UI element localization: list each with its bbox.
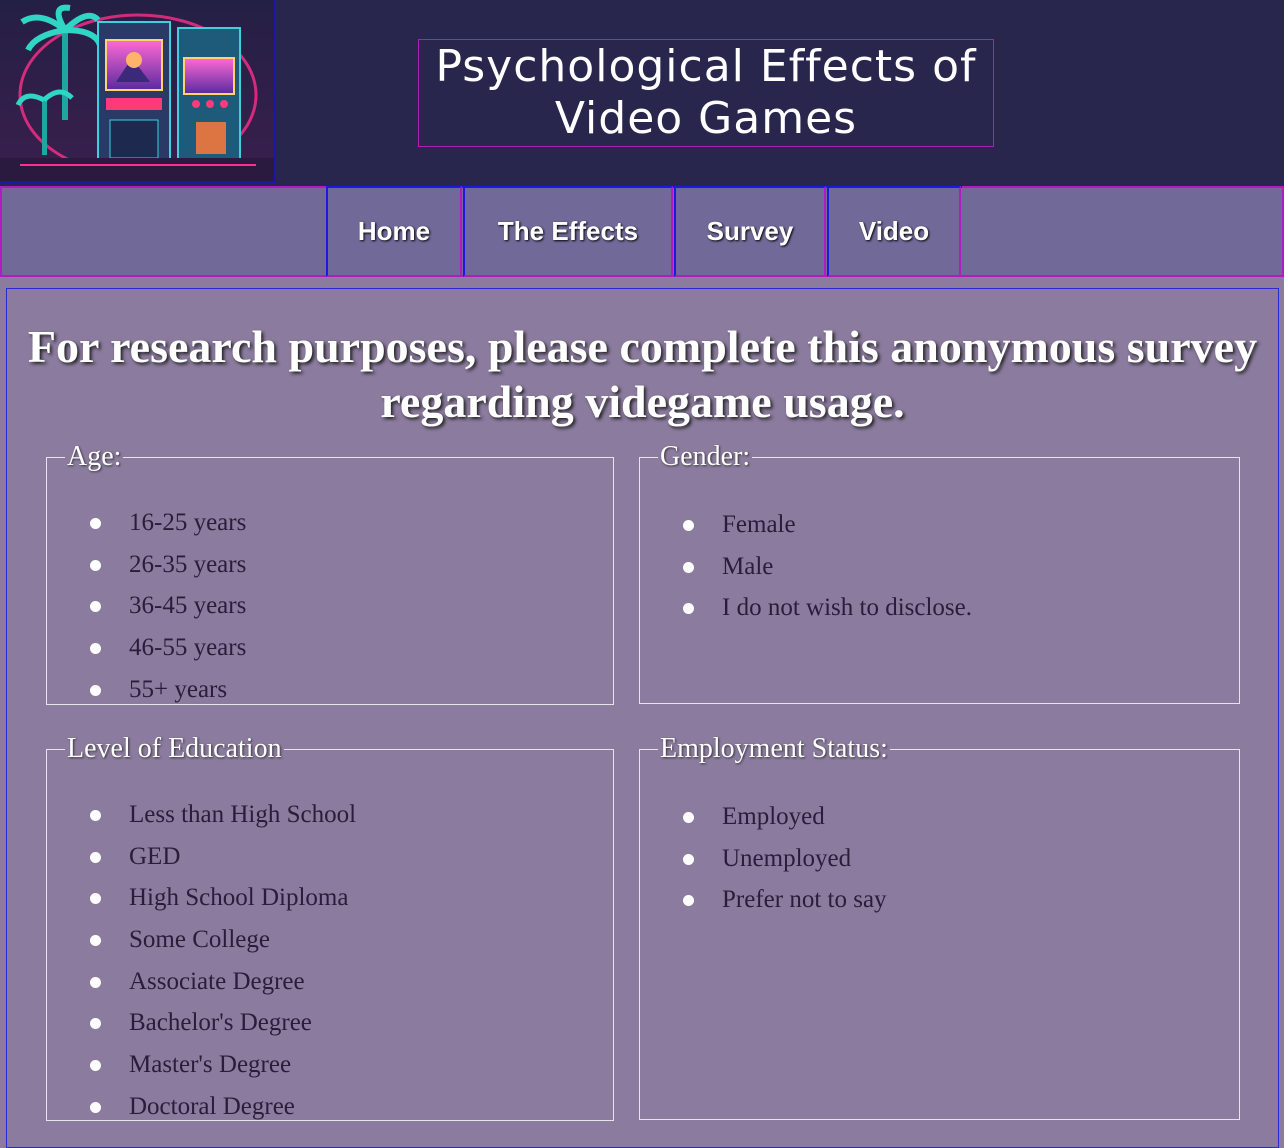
bullet-icon (90, 518, 101, 529)
bullet-icon (683, 812, 694, 823)
age-option[interactable]: 26-35 years (47, 551, 246, 593)
bullet-icon (90, 810, 101, 821)
bullet-icon (90, 1018, 101, 1030)
education-option[interactable]: High School Diploma (47, 884, 356, 926)
employment-options: Employed Unemployed Prefer not to say (640, 803, 887, 928)
site-title-box: Psychological Effects of Video Games (418, 39, 994, 147)
survey-section: For research purposes, please complete t… (6, 288, 1279, 1148)
education-fieldset: Level of Education Less than High School… (46, 735, 614, 1121)
age-fieldset: Age: 16-25 years 26-35 years 36-45 years… (46, 443, 614, 705)
age-legend: Age: (67, 441, 122, 472)
site-header: Psychological Effects of Video Games (0, 0, 1284, 186)
site-title: Psychological Effects of Video Games (435, 41, 977, 144)
education-option[interactable]: GED (47, 843, 356, 885)
bullet-icon (683, 520, 694, 531)
age-options: 16-25 years 26-35 years 36-45 years 46-5… (47, 509, 246, 717)
age-option[interactable]: 46-55 years (47, 634, 246, 676)
arcade-illustration (0, 0, 274, 181)
bullet-icon (90, 851, 101, 863)
bullet-icon (90, 559, 101, 571)
gender-option[interactable]: I do not wish to disclose. (640, 594, 972, 636)
employment-option[interactable]: Prefer not to say (640, 886, 887, 928)
survey-heading: For research purposes, please complete t… (27, 321, 1258, 427)
education-option[interactable]: Bachelor's Degree (47, 1009, 356, 1051)
bullet-icon (90, 1101, 101, 1113)
nav-video[interactable]: Video (827, 186, 961, 277)
education-option[interactable]: Associate Degree (47, 968, 356, 1010)
bullet-icon (90, 893, 101, 905)
bullet-icon (90, 976, 101, 988)
employment-option[interactable]: Employed (640, 803, 887, 845)
nav-home[interactable]: Home (326, 186, 462, 277)
education-option[interactable]: Doctoral Degree (47, 1093, 356, 1135)
bullet-icon (90, 1060, 101, 1072)
gender-fieldset: Gender: Female Male I do not wish to dis… (639, 443, 1240, 704)
bullet-icon (90, 601, 101, 613)
gender-option[interactable]: Female (640, 511, 972, 553)
employment-legend: Employment Status: (660, 733, 888, 764)
education-option[interactable]: Less than High School (47, 801, 356, 843)
bullet-icon (683, 603, 694, 615)
gender-option[interactable]: Male (640, 553, 972, 595)
nav-survey[interactable]: Survey (674, 186, 826, 277)
age-option[interactable]: 55+ years (47, 676, 246, 718)
employment-option[interactable]: Unemployed (640, 845, 887, 887)
bullet-icon (683, 895, 694, 907)
education-legend: Level of Education (67, 733, 282, 764)
education-option[interactable]: Some College (47, 926, 356, 968)
age-option[interactable]: 36-45 years (47, 592, 246, 634)
bullet-icon (90, 935, 101, 947)
bullet-icon (683, 561, 694, 573)
bullet-icon (683, 853, 694, 865)
education-option[interactable]: Master's Degree (47, 1051, 356, 1093)
bullet-icon (90, 684, 101, 696)
bullet-icon (90, 643, 101, 655)
employment-fieldset: Employment Status: Employed Unemployed P… (639, 735, 1240, 1120)
arcade-logo-image (0, 0, 276, 183)
education-options: Less than High School GED High School Di… (47, 801, 356, 1135)
main-nav: Home The Effects Survey Video (0, 186, 1284, 277)
gender-options: Female Male I do not wish to disclose. (640, 511, 972, 636)
age-option[interactable]: 16-25 years (47, 509, 246, 551)
gender-legend: Gender: (660, 441, 751, 472)
nav-the-effects[interactable]: The Effects (463, 186, 673, 277)
